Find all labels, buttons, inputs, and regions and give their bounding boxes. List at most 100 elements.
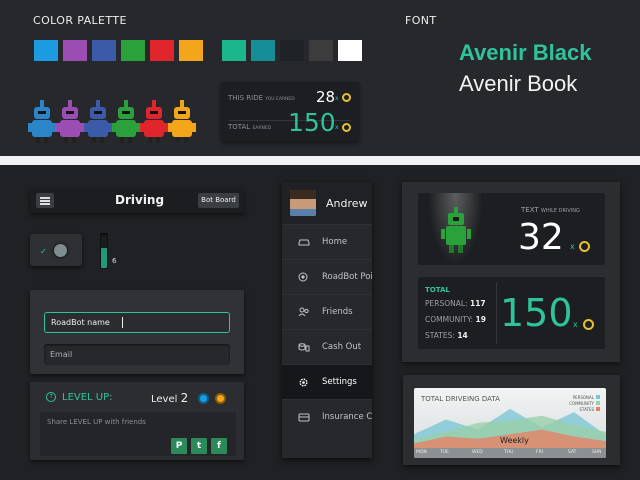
nav-item-roadbot-poi[interactable]: RoadBot Poi [282, 259, 372, 294]
legend-swatch [596, 401, 600, 405]
nav-item-friends[interactable]: Friends [282, 294, 372, 329]
color-swatch [309, 40, 333, 61]
coin-icon [342, 93, 351, 102]
toggle-switch[interactable]: ✓ [30, 234, 82, 266]
nav-item-cash-out[interactable]: Cash Out [282, 329, 372, 364]
states-value: 14 [457, 331, 468, 340]
driving-caption: TEXT [521, 206, 539, 214]
orange-badge-icon [215, 393, 226, 404]
avatar[interactable] [290, 190, 316, 216]
bot-board-button[interactable]: Bot Board [198, 193, 239, 208]
community-label: COMMUNITY: [425, 315, 474, 324]
this-ride-value: 28 [316, 88, 336, 106]
pinterest-icon[interactable]: P [171, 438, 187, 454]
color-swatch [121, 40, 145, 61]
level-up-card: ↑ LEVEL UP: Level 2 Share LEVEL UP with … [30, 382, 244, 460]
color-swatch [222, 40, 246, 61]
legend-entry: STATES [569, 407, 600, 413]
robot-mascot-icon [28, 100, 56, 144]
total-label: TOTAL [228, 123, 251, 131]
robot-mascot-icon [84, 100, 112, 144]
palette-row-secondary [222, 40, 362, 61]
color-swatch [150, 40, 174, 61]
color-swatch [179, 40, 203, 61]
menu-button[interactable] [36, 193, 54, 208]
this-ride-label: THIS RIDE [228, 94, 264, 102]
robot-mascots [28, 100, 196, 144]
driving-title: Driving [115, 193, 165, 207]
user-name: Andrew [326, 196, 368, 210]
x-tick-label: TUE [440, 450, 449, 455]
nav-item-settings[interactable]: Settings [282, 364, 372, 399]
friends-icon [298, 307, 322, 317]
twitter-icon[interactable]: t [191, 438, 207, 454]
color-swatch [92, 40, 116, 61]
nav-item-label: Insurance Co [322, 412, 372, 422]
legend-swatch [596, 395, 600, 399]
nav-item-label: Settings [322, 377, 357, 387]
section-divider [0, 156, 640, 165]
ride-earnings-card: THIS RIDE YOU EARNED 28 x TOTAL EARNED 1… [221, 82, 359, 141]
facebook-icon[interactable]: f [211, 438, 227, 454]
coin-icon [583, 319, 594, 330]
level-value: 2 [180, 391, 189, 405]
robot-name-input[interactable]: RoadBot name [44, 312, 230, 333]
email-input[interactable]: Email [44, 344, 230, 365]
level-up-title: LEVEL UP: [62, 392, 113, 403]
share-placeholder: Share LEVEL UP with friends [47, 418, 146, 426]
palette-row-primary [34, 40, 203, 61]
nav-item-insurance-co[interactable]: Insurance Co [282, 399, 372, 434]
x-tick-label: SAT [568, 450, 577, 455]
x-tick-label: SUN [592, 450, 602, 455]
font-heading: FONT [405, 14, 437, 27]
multiplier-x: x [335, 95, 339, 102]
coins-icon [298, 342, 322, 352]
color-swatch [63, 40, 87, 61]
states-label: STATES: [425, 331, 455, 340]
font-sample-book: Avenir Book [459, 71, 578, 96]
total-earned-value: 150 [288, 108, 336, 137]
color-palette-heading: COLOR PALETTE [33, 14, 127, 27]
chart-center-label: Weekly [500, 436, 529, 445]
color-swatch [251, 40, 275, 61]
vertical-slider[interactable] [100, 233, 108, 269]
community-value: 19 [475, 315, 486, 324]
total-sublabel: EARNED [252, 126, 272, 131]
gear-icon [298, 377, 322, 388]
robot-mascot-icon [168, 100, 196, 144]
badge-icon [298, 272, 322, 282]
legend-label: STATES [579, 407, 594, 412]
color-swatch [280, 40, 304, 61]
email-placeholder: Email [50, 350, 73, 359]
driving-data-chart: TOTAL DRIVEING DATA Weekly PERSONAL COMMU… [414, 388, 606, 458]
x-tick-label: FRI [536, 450, 544, 455]
total-score-card: TOTAL PERSONAL: 117 COMMUNITY: 19 STATES… [418, 277, 605, 349]
robot-mascot-icon [140, 100, 168, 144]
nav-item-home[interactable]: Home [282, 224, 372, 259]
font-sample-bold: Avenir Black [459, 40, 592, 65]
check-icon: ✓ [40, 247, 47, 256]
x-axis: MON TUE WED THU FRI SAT SUN [414, 448, 606, 458]
multiplier-x: x [573, 320, 578, 329]
total-score-value: 150 [500, 291, 573, 335]
color-swatch [34, 40, 58, 61]
share-textarea[interactable]: Share LEVEL UP with friends P t f [40, 412, 236, 456]
personal-value: 117 [469, 299, 486, 308]
chart-title: TOTAL DRIVEING DATA [421, 395, 500, 403]
nav-item-label: Cash Out [322, 342, 362, 352]
hamburger-icon [40, 197, 50, 199]
robot-mascot-icon [56, 100, 84, 144]
color-swatch [338, 40, 362, 61]
nav-list: Home RoadBot Poi Friends Cash Out Settings In… [282, 224, 372, 434]
legend-swatch [596, 407, 600, 411]
coin-icon [579, 241, 590, 252]
legend-label: PERSONAL [572, 395, 594, 400]
multiplier-x: x [335, 124, 339, 131]
driving-score-value: 32 [518, 217, 564, 258]
toggle-knob[interactable] [54, 244, 67, 257]
chart-legend: PERSONAL COMMUNITY STATES [569, 395, 600, 413]
robot-name-value: RoadBot name [51, 318, 110, 327]
card-icon [298, 413, 322, 422]
x-tick-label: WED [472, 450, 483, 455]
coin-icon [342, 123, 351, 132]
